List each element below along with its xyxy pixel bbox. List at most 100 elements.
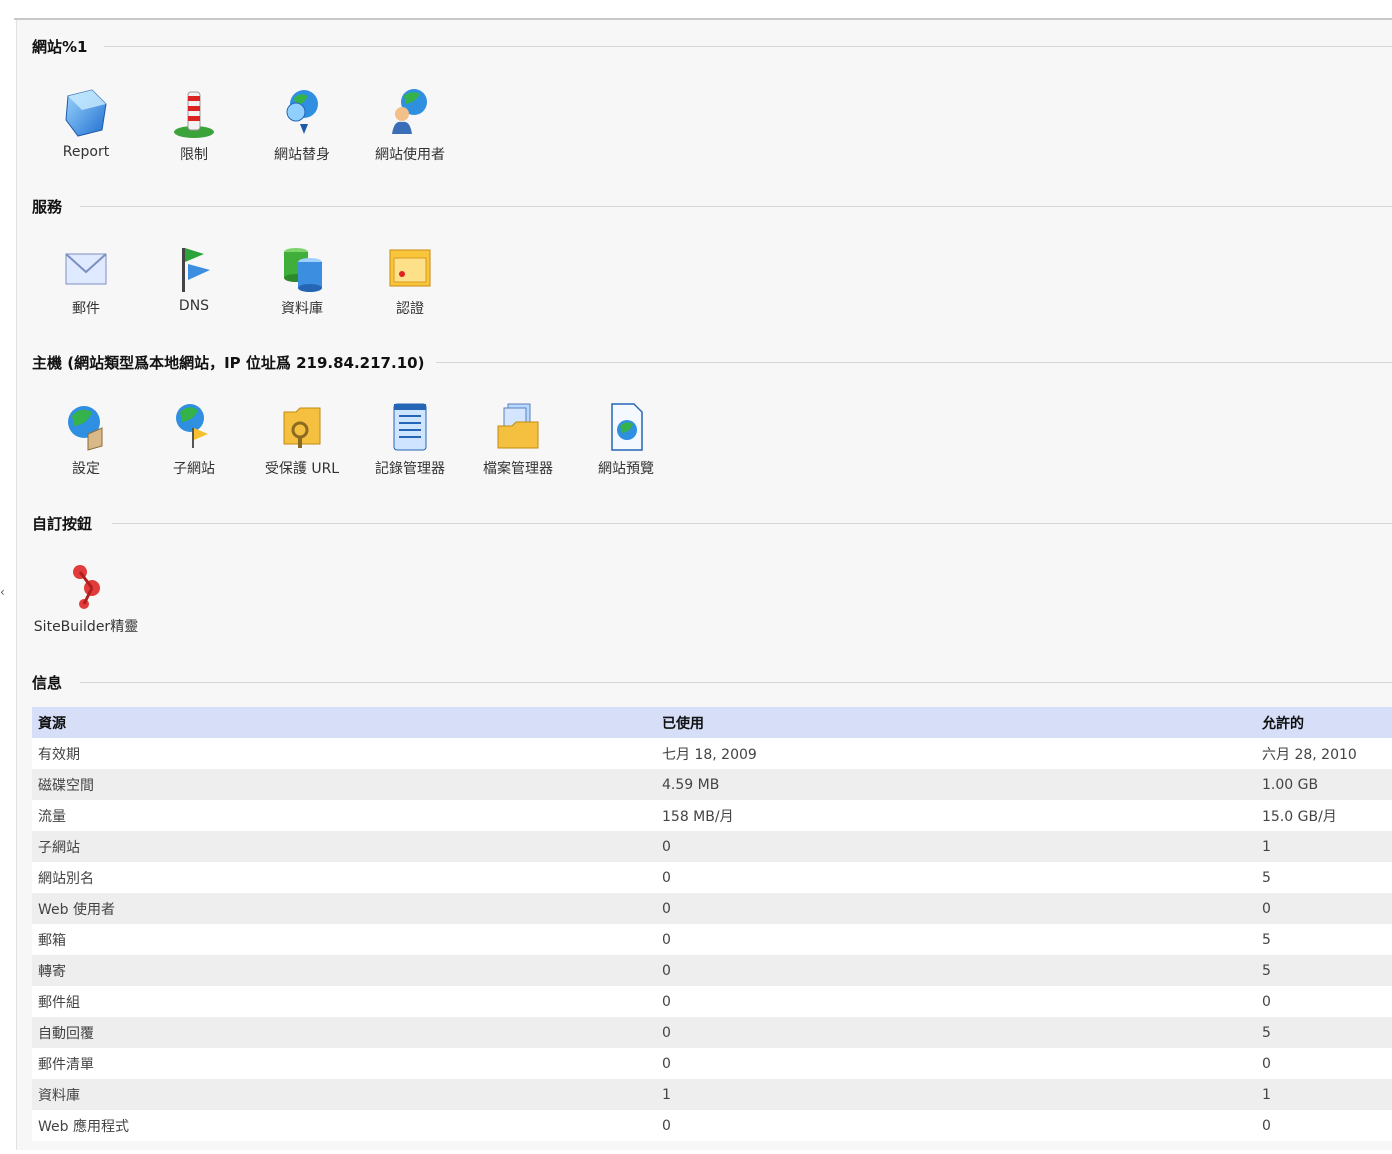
resource-name: 網站別名 <box>32 862 656 893</box>
resource-name: 子網站 <box>32 831 656 862</box>
resource-used: 0 <box>656 831 1256 862</box>
web-users-icon <box>392 89 427 134</box>
section-title-custom: 自訂按鈕 <box>32 515 93 533</box>
resource-name: 轉寄 <box>32 955 656 986</box>
table-row: 郵件組 0 0 <box>32 986 1392 1017</box>
site-preview-label: 網站預覽 <box>598 461 654 477</box>
report-label: Report <box>62 144 110 160</box>
section-title-info: 信息 <box>32 674 63 692</box>
sitebuilder-label: SiteBuilder精靈 <box>33 619 139 635</box>
protected-url-label: 受保護 URL <box>264 461 340 477</box>
column-header-resource: 資源 <box>32 707 656 738</box>
subdomain-label: 子網站 <box>173 461 215 477</box>
settings-button[interactable]: 設定 <box>32 400 140 478</box>
database-label: 資料庫 <box>281 301 323 317</box>
resource-name: Web 使用者 <box>32 893 656 924</box>
column-header-used: 已使用 <box>656 707 1256 738</box>
section-divider <box>80 682 1392 683</box>
dns-icon <box>182 248 210 292</box>
site-alias-icon <box>286 90 318 134</box>
settings-icon <box>68 406 103 451</box>
site-alias-button[interactable]: 網站替身 <box>248 86 356 164</box>
dns-label: DNS <box>178 298 210 314</box>
table-row: Web 使用者 0 0 <box>32 893 1392 924</box>
resource-used: 0 <box>656 986 1256 1017</box>
site-preview-icon <box>611 403 643 451</box>
dns-button[interactable]: DNS <box>140 244 248 314</box>
resource-used: 七月 18, 2009 <box>656 738 1256 769</box>
report-button[interactable]: Report <box>32 86 140 160</box>
log-manager-label: 記錄管理器 <box>375 461 445 477</box>
resource-allowed: 1.00 GB <box>1256 769 1392 800</box>
sitebuilder-icon <box>73 565 100 609</box>
site-preview-button[interactable]: 網站預覽 <box>572 400 680 478</box>
resource-used: 1 <box>656 1079 1256 1110</box>
table-row: 流量 158 MB/月 15.0 GB/月 <box>32 800 1392 831</box>
protected-url-button[interactable]: 受保護 URL <box>248 400 356 478</box>
resource-used: 158 MB/月 <box>656 800 1256 831</box>
certificate-icon <box>389 249 431 287</box>
table-row: 郵箱 0 5 <box>32 924 1392 955</box>
file-manager-label: 檔案管理器 <box>483 461 553 477</box>
table-row: 有效期 七月 18, 2009 六月 28, 2010 <box>32 738 1392 769</box>
mail-icon <box>65 253 107 285</box>
table-header-row: 資源 已使用 允許的 <box>32 707 1392 738</box>
section-divider <box>436 362 1392 363</box>
table-row: 郵件清單 0 0 <box>32 1048 1392 1079</box>
mail-button[interactable]: 郵件 <box>32 244 140 318</box>
sitebuilder-button[interactable]: SiteBuilder精靈 <box>30 562 142 636</box>
table-row: Web 應用程式 0 0 <box>32 1110 1392 1141</box>
database-button[interactable]: 資料庫 <box>248 244 356 318</box>
database-icon <box>284 248 322 292</box>
resource-allowed: 5 <box>1256 1017 1392 1048</box>
collapse-arrow-icon[interactable]: ‹ <box>0 585 5 599</box>
resource-name: 郵件組 <box>32 986 656 1017</box>
table-row: 磁碟空間 4.59 MB 1.00 GB <box>32 769 1392 800</box>
resource-allowed: 六月 28, 2010 <box>1256 738 1392 769</box>
resource-used: 0 <box>656 1110 1256 1141</box>
resource-used: 0 <box>656 1048 1256 1079</box>
section-divider <box>104 46 1392 47</box>
certificate-button[interactable]: 認證 <box>356 244 464 318</box>
site-alias-label: 網站替身 <box>274 147 330 163</box>
resource-allowed: 5 <box>1256 924 1392 955</box>
column-header-allowed: 允許的 <box>1256 707 1392 738</box>
table-row: 子網站 0 1 <box>32 831 1392 862</box>
resource-used: 0 <box>656 1017 1256 1048</box>
resource-allowed: 0 <box>1256 893 1392 924</box>
table-row: 自動回覆 0 5 <box>32 1017 1392 1048</box>
resource-used: 0 <box>656 893 1256 924</box>
resource-name: 資料庫 <box>32 1079 656 1110</box>
resource-name: 郵件清單 <box>32 1048 656 1079</box>
section-title-services: 服務 <box>32 198 63 216</box>
file-manager-icon <box>497 403 539 449</box>
subdomain-button[interactable]: 子網站 <box>140 400 248 478</box>
limits-icon <box>174 91 214 138</box>
section-divider <box>112 523 1392 524</box>
table-row: 轉寄 0 5 <box>32 955 1392 986</box>
resource-name: 有效期 <box>32 738 656 769</box>
mail-label: 郵件 <box>72 301 100 317</box>
file-manager-button[interactable]: 檔案管理器 <box>464 400 572 478</box>
resource-allowed: 0 <box>1256 1048 1392 1079</box>
resource-table: 資源 已使用 允許的 有效期 七月 18, 2009 六月 28, 2010 磁… <box>32 707 1392 1141</box>
resource-allowed: 5 <box>1256 862 1392 893</box>
resource-allowed: 0 <box>1256 986 1392 1017</box>
resource-name: 磁碟空間 <box>32 769 656 800</box>
resource-allowed: 0 <box>1256 1110 1392 1141</box>
limits-label: 限制 <box>180 147 208 163</box>
limits-button[interactable]: 限制 <box>140 86 248 164</box>
resource-allowed: 15.0 GB/月 <box>1256 800 1392 831</box>
web-users-button[interactable]: 網站使用者 <box>356 86 464 164</box>
resource-allowed: 1 <box>1256 831 1392 862</box>
settings-label: 設定 <box>72 461 100 477</box>
report-icon <box>65 89 107 137</box>
resource-name: 郵箱 <box>32 924 656 955</box>
subdomain-icon <box>176 404 208 448</box>
resource-allowed: 1 <box>1256 1079 1392 1110</box>
resource-used: 0 <box>656 862 1256 893</box>
certificate-label: 認證 <box>396 301 424 317</box>
log-manager-button[interactable]: 記錄管理器 <box>356 400 464 478</box>
table-row: 網站別名 0 5 <box>32 862 1392 893</box>
log-manager-icon <box>393 403 427 451</box>
